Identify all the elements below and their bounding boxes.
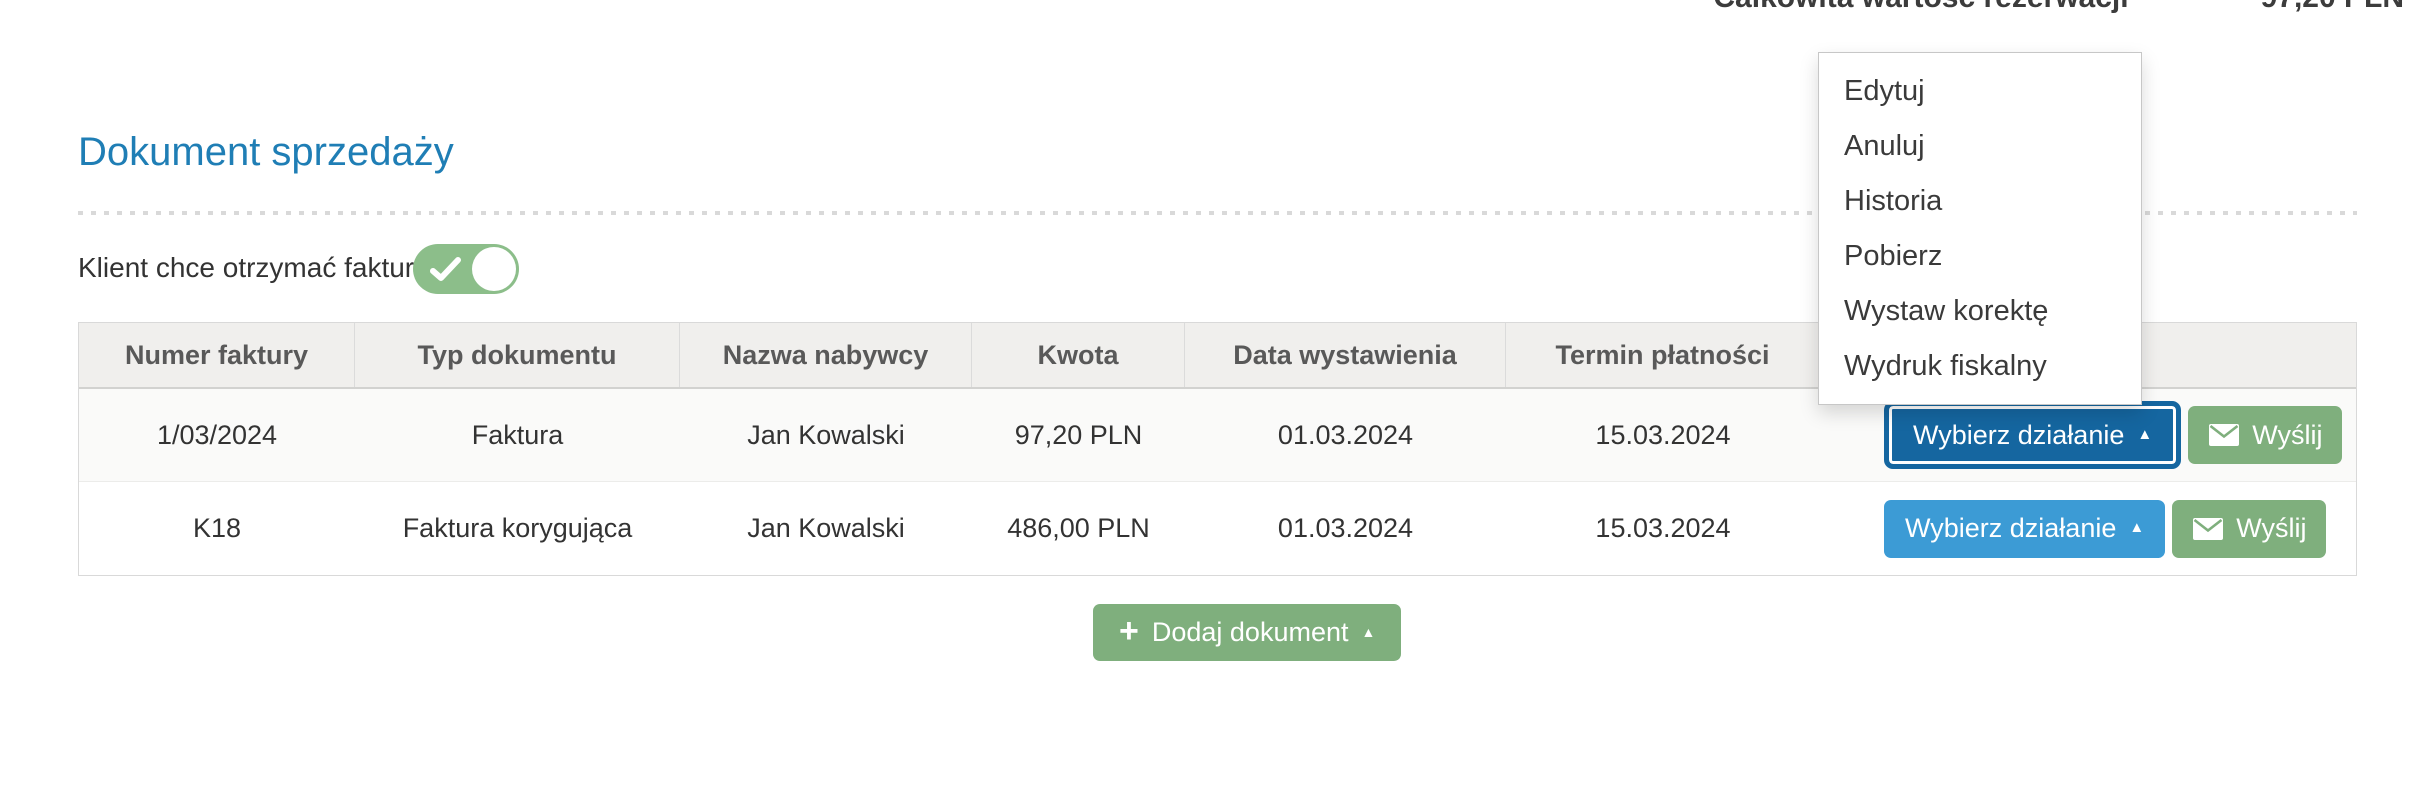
column-header-buyer: Nazwa nabywcy bbox=[680, 323, 972, 387]
page-title: Dokument sprzedaży bbox=[78, 130, 454, 175]
column-header-due-date: Termin płatności bbox=[1506, 323, 1820, 387]
dropdown-item-download[interactable]: Pobierz bbox=[1819, 229, 2141, 284]
invoice-toggle-switch[interactable] bbox=[413, 244, 519, 294]
amount: 97,20 PLN bbox=[972, 389, 1185, 481]
choose-action-label: Wybierz działanie bbox=[1913, 420, 2124, 451]
dropdown-item-history[interactable]: Historia bbox=[1819, 174, 2141, 229]
issue-date: 01.03.2024 bbox=[1185, 482, 1506, 575]
envelope-icon bbox=[2192, 517, 2224, 541]
buyer-name: Jan Kowalski bbox=[680, 482, 972, 575]
column-header-number: Numer faktury bbox=[79, 323, 355, 387]
dropdown-item-edit[interactable]: Edytuj bbox=[1819, 64, 2141, 119]
invoice-toggle-label: Klient chce otrzymać fakturę bbox=[78, 252, 430, 284]
caret-up-icon: ▲ bbox=[2129, 520, 2144, 535]
send-button[interactable]: Wyślij bbox=[2172, 500, 2326, 558]
invoice-number: 1/03/2024 bbox=[79, 389, 355, 481]
send-label: Wyślij bbox=[2252, 420, 2322, 451]
choose-action-button[interactable]: Wybierz działanie ▲ bbox=[1884, 500, 2165, 558]
action-dropdown-menu: Edytuj Anuluj Historia Pobierz Wystaw ko… bbox=[1818, 52, 2142, 405]
dropdown-item-cancel[interactable]: Anuluj bbox=[1819, 119, 2141, 174]
reservation-total-label: Całkowita wartość rezerwacji bbox=[1713, 0, 2128, 15]
document-type: Faktura korygująca bbox=[355, 482, 680, 575]
column-header-amount: Kwota bbox=[972, 323, 1185, 387]
reservation-total-value: 97,20 PLN bbox=[2261, 0, 2404, 15]
caret-up-icon: ▲ bbox=[2137, 427, 2152, 442]
envelope-icon bbox=[2208, 423, 2240, 447]
caret-up-icon: ▲ bbox=[1361, 625, 1375, 639]
due-date: 15.03.2024 bbox=[1506, 482, 1820, 575]
amount: 486,00 PLN bbox=[972, 482, 1185, 575]
send-label: Wyślij bbox=[2236, 513, 2306, 544]
choose-action-button[interactable]: Wybierz działanie ▲ bbox=[1884, 401, 2181, 469]
actions-cell: Wybierz działanie ▲ Wyślij bbox=[1820, 482, 2356, 575]
send-button[interactable]: Wyślij bbox=[2188, 406, 2342, 464]
dropdown-item-issue-correction[interactable]: Wystaw korektę bbox=[1819, 284, 2141, 339]
sales-document-screen: Całkowita wartość rezerwacji 97,20 PLN D… bbox=[0, 0, 2420, 810]
column-header-type: Typ dokumentu bbox=[355, 323, 680, 387]
buyer-name: Jan Kowalski bbox=[680, 389, 972, 481]
reservation-total: Całkowita wartość rezerwacji 97,20 PLN bbox=[1713, 0, 2404, 15]
add-document-label: Dodaj dokument bbox=[1152, 617, 1349, 648]
document-type: Faktura bbox=[355, 389, 680, 481]
dropdown-item-fiscal-print[interactable]: Wydruk fiskalny bbox=[1819, 339, 2141, 394]
choose-action-label: Wybierz działanie bbox=[1905, 513, 2116, 544]
column-header-issue-date: Data wystawienia bbox=[1185, 323, 1506, 387]
issue-date: 01.03.2024 bbox=[1185, 389, 1506, 481]
toggle-knob bbox=[472, 247, 516, 291]
check-icon bbox=[430, 257, 462, 283]
table-row: K18 Faktura korygująca Jan Kowalski 486,… bbox=[79, 482, 2356, 575]
add-document-button[interactable]: + Dodaj dokument ▲ bbox=[1093, 604, 1401, 661]
plus-icon: + bbox=[1119, 614, 1139, 648]
invoice-number: K18 bbox=[79, 482, 355, 575]
due-date: 15.03.2024 bbox=[1506, 389, 1820, 481]
